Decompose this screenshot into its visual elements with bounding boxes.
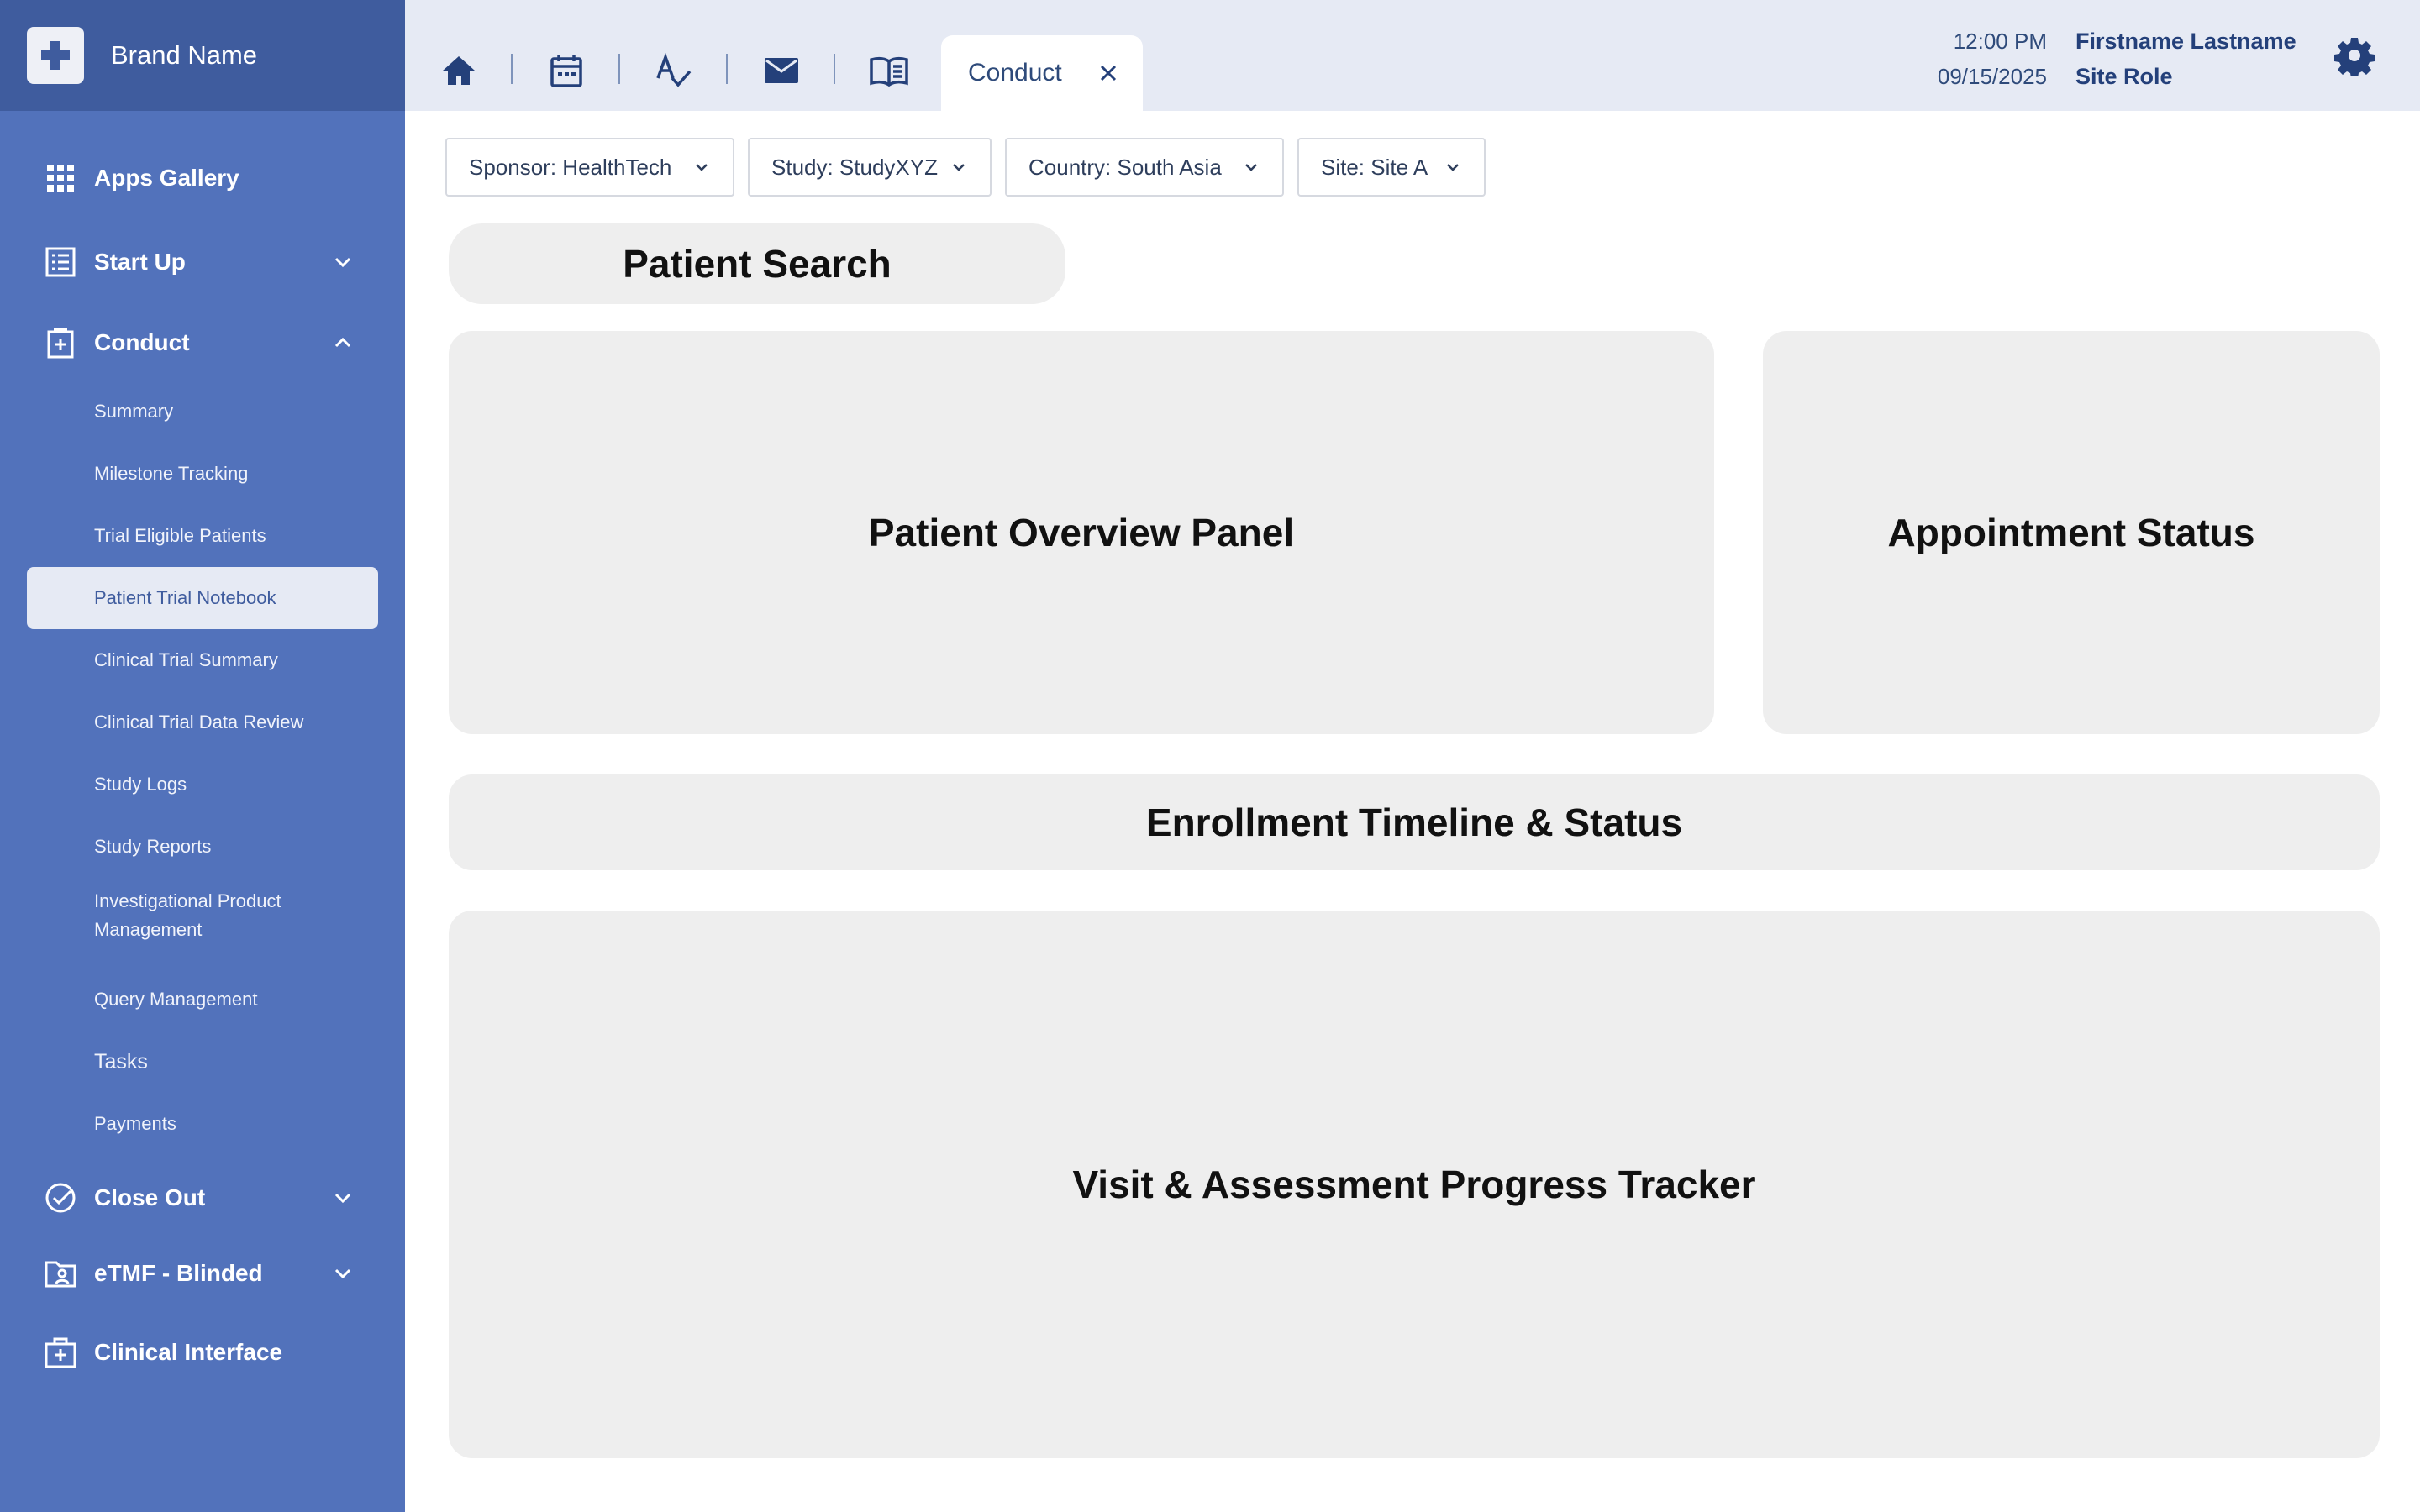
study-filter[interactable]: Study: StudyXYZ <box>748 138 992 197</box>
sidebar-item-apps-gallery[interactable]: Apps Gallery <box>0 144 405 212</box>
site-filter[interactable]: Site: Site A <box>1297 138 1486 197</box>
sidebar-item-label: Conduct <box>94 329 190 355</box>
country-filter[interactable]: Country: South Asia <box>1005 138 1284 197</box>
filter-label: Site: Site A <box>1321 154 1428 180</box>
toolbar-divider <box>726 54 728 84</box>
user-role: Site Role <box>2075 64 2173 89</box>
sidebar-item-label: Close Out <box>94 1184 206 1210</box>
filter-label: Study: StudyXYZ <box>771 154 938 180</box>
panel-title: Patient Overview Panel <box>868 511 1295 554</box>
sidebar-subitem-study-reports[interactable]: Study Reports <box>0 822 405 872</box>
toolbar-divider <box>618 54 620 84</box>
sidebar-subitem-milestone-tracking[interactable]: Milestone Tracking <box>0 449 405 499</box>
sidebar-item-label: Start Up <box>94 249 186 275</box>
enrollment-timeline-panel: Enrollment Timeline & Status <box>449 774 2380 870</box>
top-bar: Conduct 12:00 PM 09/15/2025 Firstname La… <box>405 0 2420 111</box>
clock: 12:00 PM 09/15/2025 <box>1938 24 2047 94</box>
grid-icon <box>44 161 77 195</box>
appointment-status-panel: Appointment Status <box>1763 331 2380 734</box>
tab-conduct[interactable]: Conduct <box>941 35 1143 111</box>
sidebar-item-start-up[interactable]: Start Up <box>0 228 405 296</box>
sidebar-item-conduct[interactable]: Conduct <box>0 309 405 376</box>
visit-progress-tracker-panel: Visit & Assessment Progress Tracker <box>449 911 2380 1458</box>
sidebar-item-close-out[interactable]: Close Out <box>0 1164 405 1231</box>
patient-overview-panel: Patient Overview Panel <box>449 331 1714 734</box>
chevron-up-icon[interactable] <box>331 331 355 354</box>
panel-title: Patient Search <box>623 242 892 286</box>
close-icon[interactable] <box>1097 62 1119 84</box>
chevron-down-icon <box>1245 164 1257 171</box>
sidebar-item-etmf-blinded[interactable]: eTMF - Blinded <box>0 1240 405 1307</box>
panel-title: Visit & Assessment Progress Tracker <box>1072 1163 1756 1206</box>
filter-label: Country: South Asia <box>1028 154 1222 180</box>
calendar-icon[interactable] <box>546 50 587 91</box>
check-circle-icon <box>44 1181 77 1215</box>
user-info[interactable]: Firstname Lastname Site Role <box>2075 24 2296 94</box>
checklist-icon <box>44 245 77 279</box>
sidebar: Brand Name Apps Gallery Start Up Conduct… <box>0 0 405 1512</box>
chevron-down-icon[interactable] <box>331 1262 355 1285</box>
chevron-down-icon <box>953 164 965 171</box>
sidebar-subitem-query-management[interactable]: Query Management <box>0 974 405 1025</box>
clipboard-plus-icon <box>44 326 77 360</box>
chevron-down-icon[interactable] <box>331 1186 355 1210</box>
gear-icon[interactable] <box>2334 35 2375 78</box>
sidebar-subitem-patient-trial-notebook[interactable]: Patient Trial Notebook <box>27 567 378 629</box>
brand-name: Brand Name <box>111 40 258 70</box>
book-icon[interactable] <box>869 50 909 91</box>
chevron-down-icon <box>696 164 708 171</box>
panel-title: Appointment Status <box>1887 511 2255 554</box>
sidebar-subitem-clinical-trial-data-review[interactable]: Clinical Trial Data Review <box>0 697 405 748</box>
user-name: Firstname Lastname <box>2075 29 2296 54</box>
medical-cross-icon[interactable] <box>27 27 84 84</box>
current-date: 09/15/2025 <box>1937 64 2047 89</box>
folder-user-icon <box>44 1257 77 1290</box>
tab-label: Conduct <box>968 59 1062 87</box>
current-time: 12:00 PM <box>1953 29 2047 54</box>
sidebar-subitem-study-logs[interactable]: Study Logs <box>0 759 405 810</box>
sidebar-subitem-tasks[interactable]: Tasks <box>0 1037 405 1087</box>
filter-label: Sponsor: HealthTech <box>469 154 672 180</box>
patient-search-panel[interactable]: Patient Search <box>449 223 1065 304</box>
sidebar-item-label: eTMF - Blinded <box>94 1260 263 1286</box>
toolbar-divider <box>511 54 513 84</box>
sidebar-item-clinical-interface[interactable]: Clinical Interface <box>0 1319 405 1386</box>
home-icon[interactable] <box>439 50 479 91</box>
toolbar-divider <box>834 54 835 84</box>
panel-title: Enrollment Timeline & Status <box>1145 801 1683 844</box>
sidebar-subitem-investigational-product-management[interactable]: Investigational Product Management <box>0 884 336 948</box>
sidebar-subitem-clinical-trial-summary[interactable]: Clinical Trial Summary <box>0 635 405 685</box>
sidebar-subitem-trial-eligible-patients[interactable]: Trial Eligible Patients <box>0 511 405 561</box>
sidebar-subitem-summary[interactable]: Summary <box>0 386 405 437</box>
chevron-down-icon[interactable] <box>331 250 355 274</box>
sidebar-item-label: Apps Gallery <box>94 165 239 191</box>
mail-icon[interactable] <box>761 50 802 91</box>
chevron-down-icon <box>1447 164 1459 171</box>
brand-bar: Brand Name <box>0 0 405 111</box>
sidebar-item-label: Clinical Interface <box>94 1339 283 1365</box>
medical-bag-icon <box>44 1336 77 1369</box>
sidebar-subitem-payments[interactable]: Payments <box>0 1099 405 1149</box>
sponsor-filter[interactable]: Sponsor: HealthTech <box>445 138 734 197</box>
spellcheck-icon[interactable] <box>654 50 694 91</box>
